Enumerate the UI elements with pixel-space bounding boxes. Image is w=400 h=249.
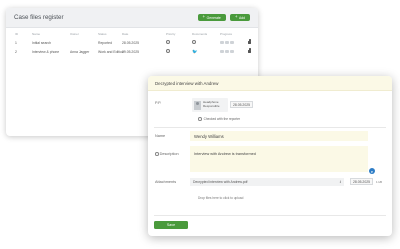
info-icon (155, 152, 159, 156)
save-button[interactable]: Save (154, 221, 188, 229)
download-icon[interactable]: ⭳ (340, 179, 341, 186)
divider (154, 215, 386, 216)
attachment-filename[interactable]: Decrypted interview with Andrew.pdf (193, 180, 247, 184)
row-date: 29.05.2025 (122, 49, 139, 54)
avatar (194, 100, 201, 110)
table-header-row: ID Name Owner Status Date Priority Docum… (6, 30, 258, 38)
add-button-label: Add (238, 15, 245, 20)
plus-icon: + (234, 14, 238, 20)
plus-icon: + (202, 14, 206, 20)
attachment-row[interactable]: Decrypted interview with Andrew.pdf ⭳ (190, 178, 344, 186)
description-field[interactable]: Interview with Andrew is transformed (190, 146, 368, 172)
add-button[interactable]: + Add (229, 14, 250, 21)
attachment-size: 1 kB (376, 179, 383, 184)
table-row[interactable]: 2 Interview & phone Anna Jagger Work and… (6, 47, 258, 56)
checked-option-label: Checked with the reporter (203, 117, 241, 121)
generate-button-label: Generate (206, 15, 221, 20)
checked-option[interactable]: Checked with the reporter (198, 117, 240, 121)
help-icon[interactable]: e (369, 168, 375, 174)
column-header[interactable]: Owner (70, 32, 79, 36)
name-field[interactable]: Wendy Williams (190, 131, 368, 141)
twitter-icon[interactable]: 🐦 (192, 49, 198, 55)
comment-icon[interactable] (192, 40, 196, 45)
row-index: 2 (15, 49, 17, 54)
priority-circle-icon (166, 49, 170, 54)
lock-icon[interactable] (248, 39, 251, 45)
row-name[interactable]: Initial search (32, 41, 51, 45)
card-header: Decrypted interview with Andrew (148, 76, 392, 91)
attachments-label: Attachments (155, 180, 177, 184)
column-header[interactable]: Name (32, 32, 40, 36)
progress-pills (220, 50, 235, 54)
table-row[interactable]: 1 Initial search Reported 28.05.2025 (6, 38, 258, 47)
lock-icon[interactable] (248, 48, 251, 54)
generate-button[interactable]: + Generate (197, 14, 226, 21)
responsible-person-chip[interactable]: Headphone Responsible (192, 98, 228, 112)
column-header[interactable]: Date (122, 32, 128, 36)
column-header[interactable]: Progress (220, 32, 232, 36)
interview-detail-card: Decrypted interview with Andrew P.P. Hea… (148, 76, 392, 236)
radio-icon[interactable] (198, 117, 202, 121)
name-label: Name (155, 134, 166, 138)
row-status: Work and Edition (98, 49, 124, 54)
row-name[interactable]: Interview & phone (32, 50, 59, 54)
row-index: 1 (15, 40, 17, 45)
person-label: P.P. (155, 101, 162, 105)
date-field[interactable]: 28.05.2025 (230, 101, 253, 108)
row-owner: Anna Jagger (70, 49, 90, 54)
row-date: 28.05.2025 (122, 40, 139, 45)
priority-circle-icon (166, 40, 170, 45)
register-table: ID Name Owner Status Date Priority Docum… (6, 30, 258, 56)
register-title: Case files register (14, 14, 64, 21)
description-value: Interview with Andrew is transformed (194, 152, 256, 156)
column-header[interactable]: Documents (192, 32, 207, 36)
divider (154, 127, 386, 128)
progress-pills (220, 41, 235, 45)
description-label: Description (155, 152, 179, 156)
person-role: Responsible (203, 104, 220, 108)
column-header[interactable]: Status (98, 32, 107, 36)
column-header[interactable]: ID (15, 32, 18, 36)
name-value: Wendy Williams (194, 134, 224, 139)
column-header[interactable]: Priority (166, 32, 175, 36)
register-header: Case files register + Generate + Add (6, 8, 258, 28)
attachment-date: 28.05.2025 (350, 178, 373, 185)
row-status: Reported (98, 40, 112, 45)
drop-zone[interactable]: Drop files here to click to upload (198, 196, 243, 200)
card-title: Decrypted interview with Andrew (155, 80, 219, 86)
